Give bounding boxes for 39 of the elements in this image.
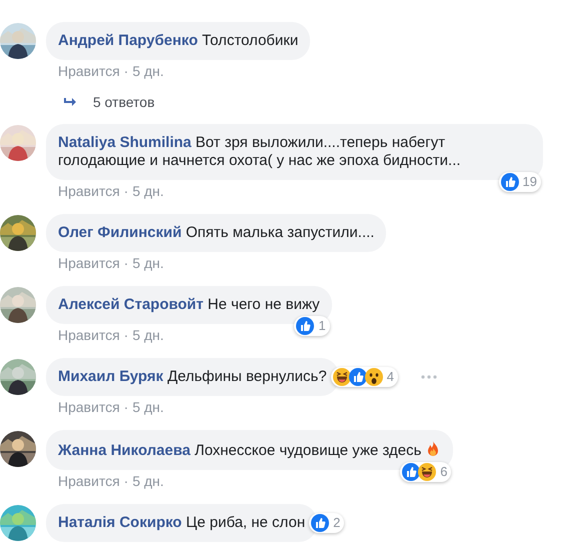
comment-text: Nataliya Shumilina Вот зря выложили....теперь набегут голодающие и начнется охота( у нас же эпоха бидности... bbox=[58, 134, 461, 169]
like-link[interactable]: Нравится bbox=[58, 399, 120, 415]
reaction-badge[interactable]: 1 bbox=[294, 316, 330, 336]
timestamp[interactable]: 5 дн. bbox=[132, 255, 164, 271]
like-link[interactable]: Нравится bbox=[58, 255, 120, 271]
reaction-badge[interactable]: 2 bbox=[309, 513, 344, 533]
comment-text: Наталія Сокирко Це риба, не слон bbox=[58, 514, 306, 531]
timestamp[interactable]: 5 дн. bbox=[132, 473, 164, 489]
author-name[interactable]: Алексей Старовойт bbox=[58, 296, 204, 313]
timestamp[interactable]: 5 дн. bbox=[132, 327, 164, 343]
separator-dot: · bbox=[124, 255, 128, 271]
comment-text: Андрей Парубенко Толстолобики bbox=[58, 32, 298, 49]
like-link[interactable]: Нравится bbox=[58, 473, 120, 489]
replies-link[interactable]: 5 ответов bbox=[64, 94, 574, 110]
like-link[interactable]: Нравится bbox=[58, 183, 120, 199]
timestamp[interactable]: 5 дн. bbox=[132, 63, 164, 79]
reaction-badge[interactable]: 6 bbox=[400, 462, 452, 482]
like-link[interactable]: Нравится bbox=[58, 327, 120, 343]
timestamp[interactable]: 5 дн. bbox=[132, 183, 164, 199]
author-name[interactable]: Михаил Буряк bbox=[58, 368, 164, 385]
author-name[interactable]: Жанна Николаева bbox=[58, 442, 190, 459]
separator-dot: · bbox=[124, 183, 128, 199]
separator-dot: · bbox=[124, 473, 128, 489]
comment-text: Михаил Буряк Дельфины вернулись? bbox=[58, 368, 327, 385]
comment-text: Олег Филинский Опять малька запустили.... bbox=[58, 224, 374, 241]
author-name[interactable]: Олег Филинский bbox=[58, 224, 182, 241]
reaction-badge[interactable]: 19 bbox=[498, 172, 541, 192]
comment-text: Алексей Старовойт Не чего не вижу bbox=[58, 296, 320, 313]
timestamp[interactable]: 5 дн. bbox=[132, 399, 164, 415]
separator-dot: · bbox=[124, 63, 128, 79]
comment-text: Жанна Николаева Лохнесское чудовище уже здесь bbox=[58, 442, 422, 459]
author-name[interactable]: Nataliya Shumilina bbox=[58, 134, 192, 151]
author-name[interactable]: Наталія Сокирко bbox=[58, 514, 182, 531]
separator-dot: · bbox=[124, 399, 128, 415]
reaction-badge[interactable]: 4 bbox=[330, 367, 398, 387]
reply-arrow-icon bbox=[64, 96, 77, 108]
like-link[interactable]: Нравится bbox=[58, 63, 120, 79]
author-name[interactable]: Андрей Парубенко bbox=[58, 32, 198, 49]
separator-dot: · bbox=[124, 327, 128, 343]
